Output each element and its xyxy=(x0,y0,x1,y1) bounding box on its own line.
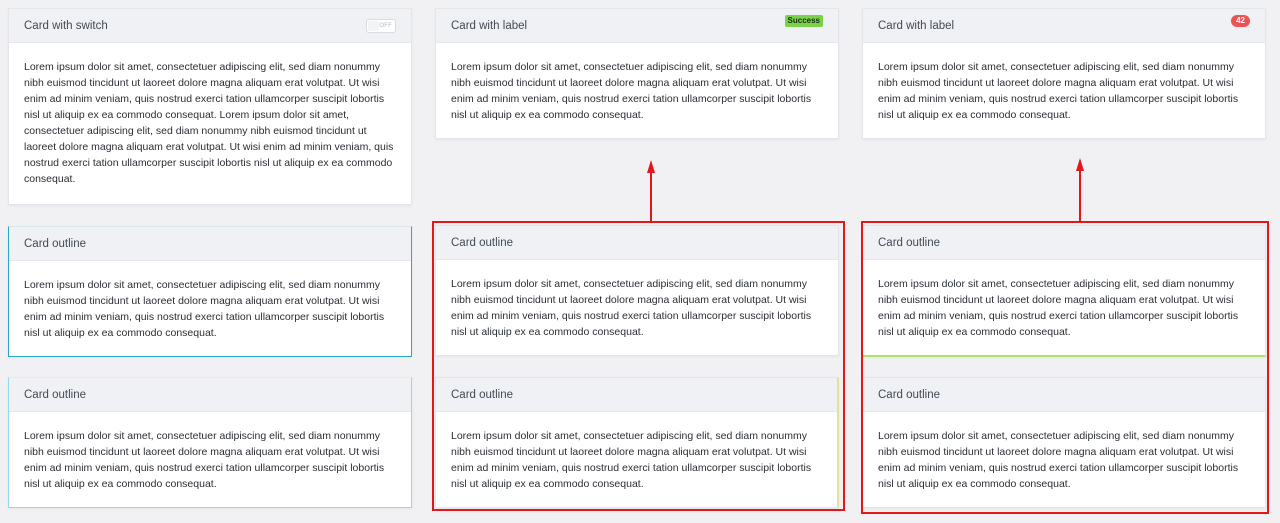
card-header: Card outline xyxy=(9,378,411,412)
switch-label: OFF xyxy=(379,22,392,29)
card-title: Card outline xyxy=(451,236,514,249)
card-title: Card outline xyxy=(878,388,941,401)
card-body-text: Lorem ipsum dolor sit amet, consectetuer… xyxy=(878,430,1239,490)
card-title: Card with label xyxy=(451,19,528,32)
card-body-text: Lorem ipsum dolor sit amet, consectetuer… xyxy=(451,278,812,338)
card-title: Card with label xyxy=(878,19,955,32)
card-body-text: Lorem ipsum dolor sit amet, consectetuer… xyxy=(451,61,812,121)
card-body-text: Lorem ipsum dolor sit amet, consectetuer… xyxy=(878,278,1239,338)
card-body-text: Lorem ipsum dolor sit amet, consectetuer… xyxy=(451,430,812,490)
card-body-text: Lorem ipsum dolor sit amet, consectetuer… xyxy=(878,61,1239,121)
card-outline-default: Card outline Lorem ipsum dolor sit amet,… xyxy=(435,225,839,356)
card-header: Card outline xyxy=(863,378,1265,412)
card-outline-green: Card outline Lorem ipsum dolor sit amet,… xyxy=(862,225,1266,357)
card-outline-plain: Card outline Lorem ipsum dolor sit amet,… xyxy=(862,377,1266,508)
card-body-text: Lorem ipsum dolor sit amet, consectetuer… xyxy=(24,430,385,490)
switch-knob xyxy=(368,20,379,31)
card-title: Card outline xyxy=(451,388,514,401)
card-header: Card outline xyxy=(436,378,837,412)
card-header: Card outline xyxy=(863,226,1265,260)
annotation-arrow-middle xyxy=(647,160,655,221)
success-badge: Success xyxy=(784,14,823,27)
card-outline-blue: Card outline Lorem ipsum dolor sit amet,… xyxy=(8,226,412,357)
card-title: Card with switch xyxy=(24,19,108,32)
annotation-arrow-right xyxy=(1076,158,1084,221)
card-body-text: Lorem ipsum dolor sit amet, consectetuer… xyxy=(24,61,394,185)
count-badge: 42 xyxy=(1231,14,1250,27)
card-with-success-label: Card with label Success Lorem ipsum dolo… xyxy=(435,8,839,139)
card-title: Card outline xyxy=(878,236,941,249)
card-with-switch: Card with switch OFF Lorem ipsum dolor s… xyxy=(8,8,412,205)
card-header: Card with label Success xyxy=(436,9,838,43)
card-header: Card with label 42 xyxy=(863,9,1265,43)
toggle-switch[interactable]: OFF xyxy=(366,18,396,33)
card-header: Card outline xyxy=(436,226,838,260)
card-header: Card outline xyxy=(9,227,411,261)
card-outline-lightblue: Card outline Lorem ipsum dolor sit amet,… xyxy=(8,377,412,508)
card-header: Card with switch OFF xyxy=(9,9,411,43)
card-title: Card outline xyxy=(24,237,87,250)
card-title: Card outline xyxy=(24,388,87,401)
card-outline-yellow: Card outline Lorem ipsum dolor sit amet,… xyxy=(435,377,839,508)
card-body-text: Lorem ipsum dolor sit amet, consectetuer… xyxy=(24,279,385,339)
card-with-count-label: Card with label 42 Lorem ipsum dolor sit… xyxy=(862,8,1266,139)
